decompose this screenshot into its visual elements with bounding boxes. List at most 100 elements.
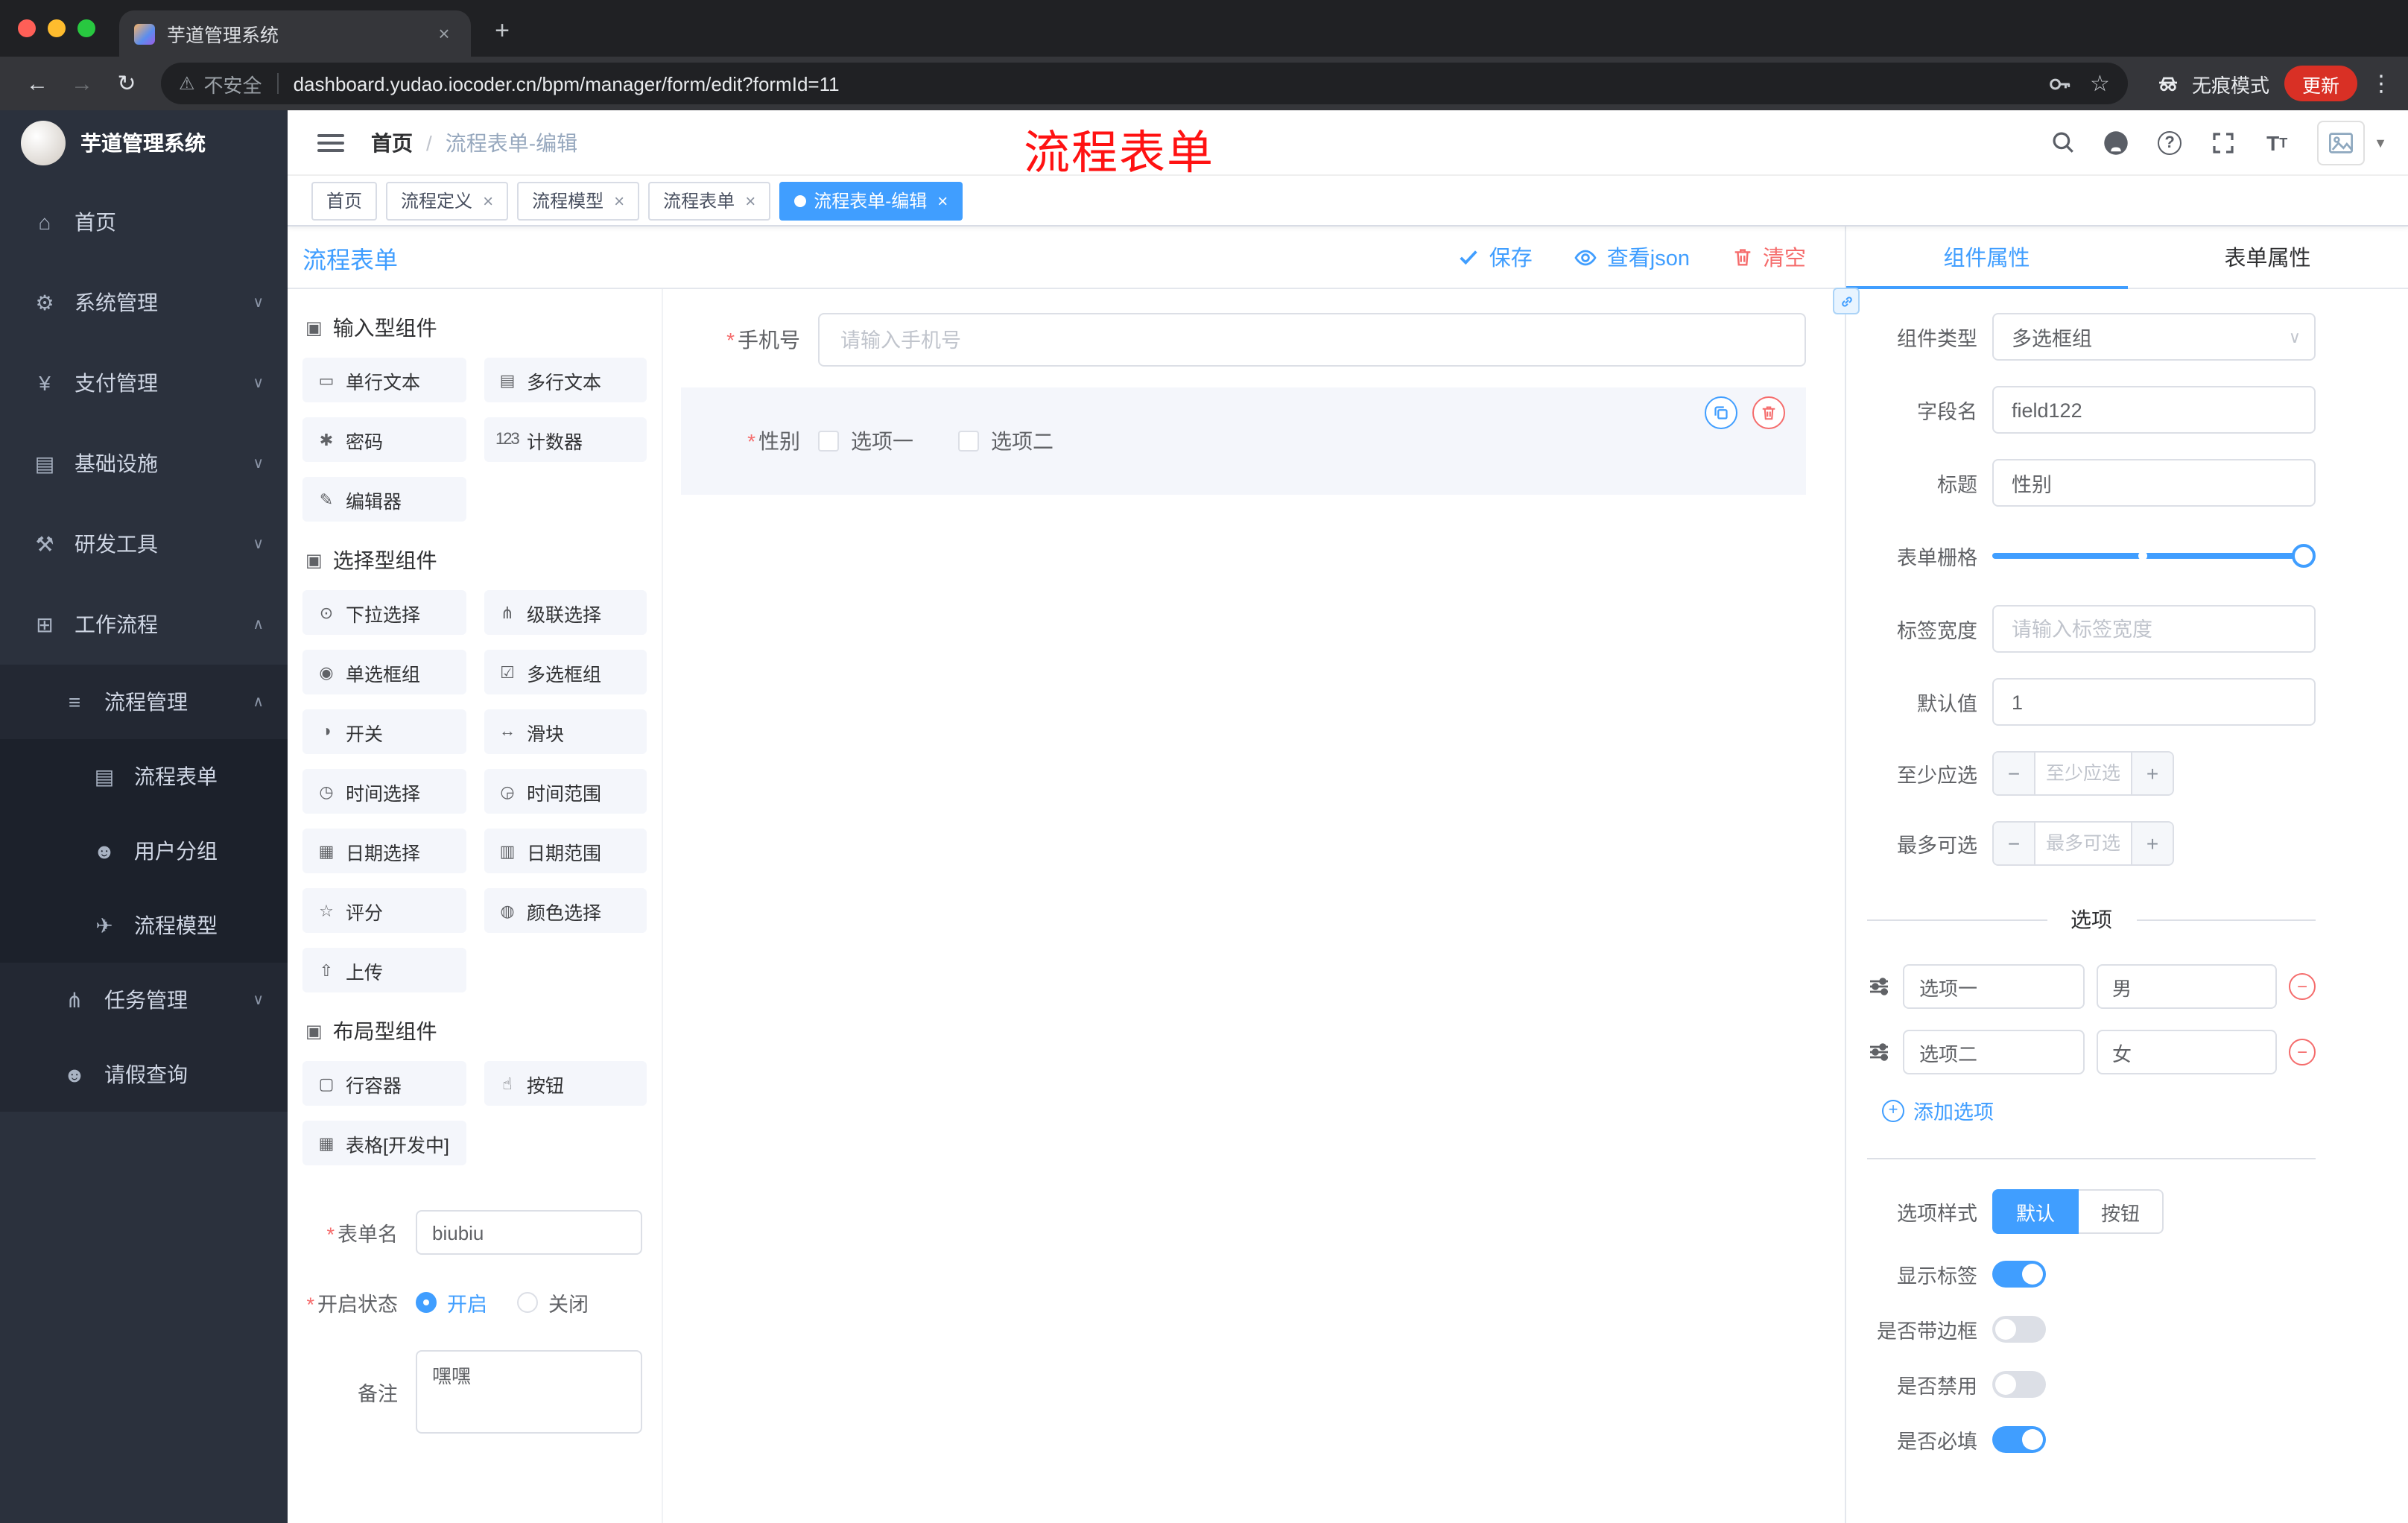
tag-home[interactable]: 首页 <box>311 181 378 220</box>
add-option-button[interactable]: + 添加选项 <box>1882 1095 2316 1125</box>
min-select-input[interactable] <box>2035 753 2131 794</box>
palette-item-slider[interactable]: ↔ 滑块 <box>484 709 647 754</box>
sidebar-item-process-mgmt[interactable]: ≡ 流程管理 ∧ <box>0 665 288 739</box>
tag-process-definition[interactable]: 流程定义 × <box>386 181 509 220</box>
show-label-toggle[interactable] <box>1992 1261 2046 1288</box>
palette-item-upload[interactable]: ⇧ 上传 <box>302 948 466 992</box>
sidebar-item-process-model[interactable]: ✈ 流程模型 <box>0 888 288 963</box>
tag-process-form-edit[interactable]: 流程表单-编辑 × <box>779 181 963 220</box>
border-toggle[interactable] <box>1992 1316 2046 1343</box>
palette-item-editor[interactable]: ✎ 编辑器 <box>302 477 466 522</box>
palette-item-time-range[interactable]: ◶ 时间范围 <box>484 769 647 814</box>
checkbox-option-2[interactable]: 选项二 <box>958 426 1054 456</box>
palette-item-cascader[interactable]: ⋔ 级联选择 <box>484 590 647 635</box>
radio-closed[interactable]: 关闭 <box>517 1288 589 1317</box>
remove-option-button[interactable]: − <box>2289 973 2316 1000</box>
palette-item-password[interactable]: ✱ 密码 <box>302 417 466 462</box>
selected-component-gender[interactable]: * 性别 选项一 选项二 <box>681 387 1806 495</box>
palette-item-switch[interactable]: ◑ 开关 <box>302 709 466 754</box>
phone-input[interactable] <box>818 313 1806 367</box>
user-avatar[interactable] <box>2317 120 2366 165</box>
palette-item-date-range[interactable]: ▥ 日期范围 <box>484 829 647 873</box>
update-button[interactable]: 更新 <box>2284 66 2357 101</box>
required-toggle[interactable] <box>1992 1426 2046 1453</box>
window-zoom-button[interactable] <box>77 19 95 37</box>
sidebar-item-payment[interactable]: ¥ 支付管理 ∨ <box>0 343 288 423</box>
disabled-toggle[interactable] <box>1992 1371 2046 1398</box>
help-icon[interactable]: ? <box>2153 126 2186 159</box>
tag-close-icon[interactable]: × <box>745 190 755 211</box>
reload-button[interactable]: ↻ <box>104 61 149 106</box>
form-grid-slider[interactable] <box>1992 532 2316 580</box>
checkbox-option-1[interactable]: 选项一 <box>818 426 913 456</box>
default-value-input[interactable] <box>1992 678 2316 726</box>
palette-item-rate[interactable]: ☆ 评分 <box>302 888 466 933</box>
view-json-button[interactable]: 查看json <box>1574 241 1690 273</box>
palette-item-row-container[interactable]: ▢ 行容器 <box>302 1061 466 1106</box>
password-key-icon[interactable] <box>2047 71 2072 96</box>
tab-component-props[interactable]: 组件属性 <box>1846 227 2127 289</box>
palette-item-textarea[interactable]: ▤ 多行文本 <box>484 358 647 402</box>
clear-button[interactable]: 清空 <box>1731 241 1806 273</box>
fullscreen-icon[interactable] <box>2207 126 2240 159</box>
form-name-input[interactable] <box>416 1210 642 1255</box>
bookmark-star-icon[interactable]: ☆ <box>2090 70 2110 97</box>
radio-open[interactable]: 开启 <box>416 1288 487 1317</box>
option-value-input[interactable] <box>2096 1030 2277 1074</box>
new-tab-button[interactable]: + <box>483 12 522 51</box>
option-value-input[interactable] <box>2096 964 2277 1009</box>
tag-close-icon[interactable]: × <box>483 190 493 211</box>
option-label-input[interactable] <box>1903 1030 2084 1074</box>
remark-textarea[interactable] <box>416 1350 642 1434</box>
slider-handle[interactable] <box>2292 544 2316 568</box>
back-button[interactable]: ← <box>15 61 60 106</box>
palette-item-radio-group[interactable]: ◉ 单选框组 <box>302 650 466 694</box>
max-select-input[interactable] <box>2035 823 2131 864</box>
palette-item-date-picker[interactable]: ▦ 日期选择 <box>302 829 466 873</box>
sidebar-toggle-icon[interactable] <box>317 133 344 151</box>
drag-handle-icon[interactable] <box>1867 1040 1891 1064</box>
palette-item-counter[interactable]: 123 计数器 <box>484 417 647 462</box>
breadcrumb-home[interactable]: 首页 <box>371 127 413 157</box>
palette-item-table[interactable]: ▦ 表格[开发中] <box>302 1121 466 1165</box>
sidebar-item-home[interactable]: ⌂ 首页 <box>0 182 288 262</box>
sidebar-item-user-group[interactable]: ☻ 用户分组 <box>0 814 288 888</box>
font-size-icon[interactable]: TT <box>2260 126 2293 159</box>
sidebar-item-leave-query[interactable]: ☻ 请假查询 <box>0 1037 288 1112</box>
field-name-input[interactable] <box>1992 386 2316 434</box>
tab-close-icon[interactable]: × <box>432 22 456 45</box>
sidebar-item-devtools[interactable]: ⚒ 研发工具 ∨ <box>0 504 288 584</box>
decrement-button[interactable]: − <box>1994 823 2035 864</box>
save-button[interactable]: 保存 <box>1458 241 1533 273</box>
tag-close-icon[interactable]: × <box>614 190 624 211</box>
style-button-button[interactable]: 按钮 <box>2079 1189 2164 1234</box>
title-input[interactable] <box>1992 459 2316 507</box>
palette-item-single-text[interactable]: ▭ 单行文本 <box>302 358 466 402</box>
avatar-caret-icon[interactable]: ▼ <box>2374 135 2387 150</box>
copy-component-button[interactable] <box>1705 396 1737 429</box>
decrement-button[interactable]: − <box>1994 753 2035 794</box>
increment-button[interactable]: + <box>2131 823 2173 864</box>
increment-button[interactable]: + <box>2131 753 2173 794</box>
tab-form-props[interactable]: 表单属性 <box>2127 227 2408 288</box>
tag-close-icon[interactable]: × <box>937 190 948 211</box>
browser-tab[interactable]: 芋道管理系统 × <box>119 10 471 57</box>
forward-button[interactable]: → <box>60 61 104 106</box>
palette-item-time-picker[interactable]: ◷ 时间选择 <box>302 769 466 814</box>
github-icon[interactable] <box>2100 126 2132 159</box>
phone-field-row[interactable]: * 手机号 <box>681 313 1806 367</box>
url-text[interactable]: dashboard.yudao.iocoder.cn/bpm/manager/f… <box>294 72 2029 95</box>
label-width-input[interactable] <box>1992 605 2316 653</box>
checkbox-icon[interactable] <box>958 431 979 452</box>
sidebar-item-workflow[interactable]: ⊞ 工作流程 ∧ <box>0 584 288 665</box>
delete-component-button[interactable] <box>1752 396 1785 429</box>
tag-process-form[interactable]: 流程表单 × <box>648 181 771 220</box>
remove-option-button[interactable]: − <box>2289 1039 2316 1066</box>
checkbox-icon[interactable] <box>818 431 839 452</box>
sidebar-item-task-mgmt[interactable]: ⋔ 任务管理 ∨ <box>0 963 288 1037</box>
window-close-button[interactable] <box>18 19 36 37</box>
address-bar[interactable]: ⚠ 不安全 dashboard.yudao.iocoder.cn/bpm/man… <box>161 63 2128 104</box>
window-minimize-button[interactable] <box>48 19 66 37</box>
tag-process-model[interactable]: 流程模型 × <box>517 181 640 220</box>
security-label[interactable]: 不安全 <box>204 69 262 98</box>
